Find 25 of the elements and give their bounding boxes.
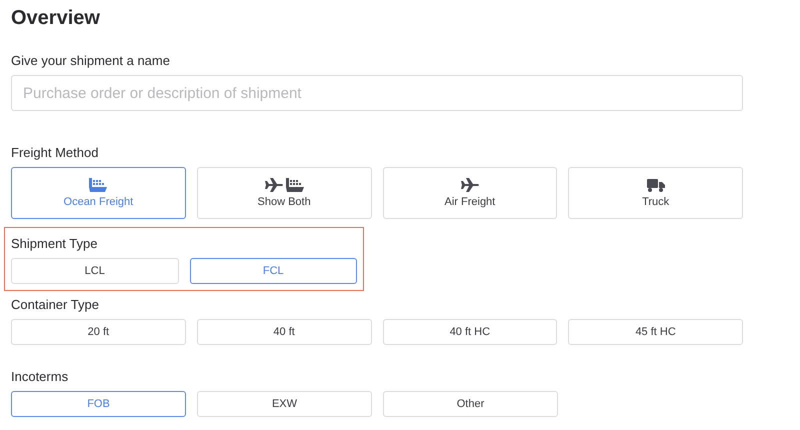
truck-icon <box>646 178 666 192</box>
option-button[interactable]: 40 ft <box>196 319 372 345</box>
section-label: Incoterms <box>11 369 70 385</box>
plane-icon <box>460 178 480 192</box>
field-label: Give your shipment a name <box>11 53 171 69</box>
option-button[interactable]: FOB <box>11 391 186 417</box>
shipment-name-field[interactable]: Purchase order or description of shipment <box>11 75 743 111</box>
section-label: Container Type <box>11 297 100 313</box>
option-button[interactable]: FCL <box>190 258 357 284</box>
plane-icon <box>264 178 284 192</box>
freight-option[interactable]: Air Freight <box>382 167 558 219</box>
freight-option[interactable]: Ocean Freight <box>11 167 186 219</box>
freight-option[interactable]: Show Both <box>196 167 372 219</box>
freight-option[interactable]: Truck <box>568 167 743 219</box>
ship-icon <box>284 178 305 192</box>
option-button[interactable]: EXW <box>197 391 372 417</box>
option-button[interactable]: 40 ft HC <box>382 319 558 345</box>
section-label: Freight Method <box>11 145 100 161</box>
page-title: Overview <box>11 6 101 30</box>
ship-icon <box>88 178 108 192</box>
option-button[interactable]: 45 ft HC <box>568 319 743 345</box>
section-label: Shipment Type <box>11 236 98 252</box>
option-button[interactable]: 20 ft <box>11 319 186 345</box>
option-button[interactable]: Other <box>383 391 558 417</box>
option-button[interactable]: LCL <box>11 258 178 284</box>
